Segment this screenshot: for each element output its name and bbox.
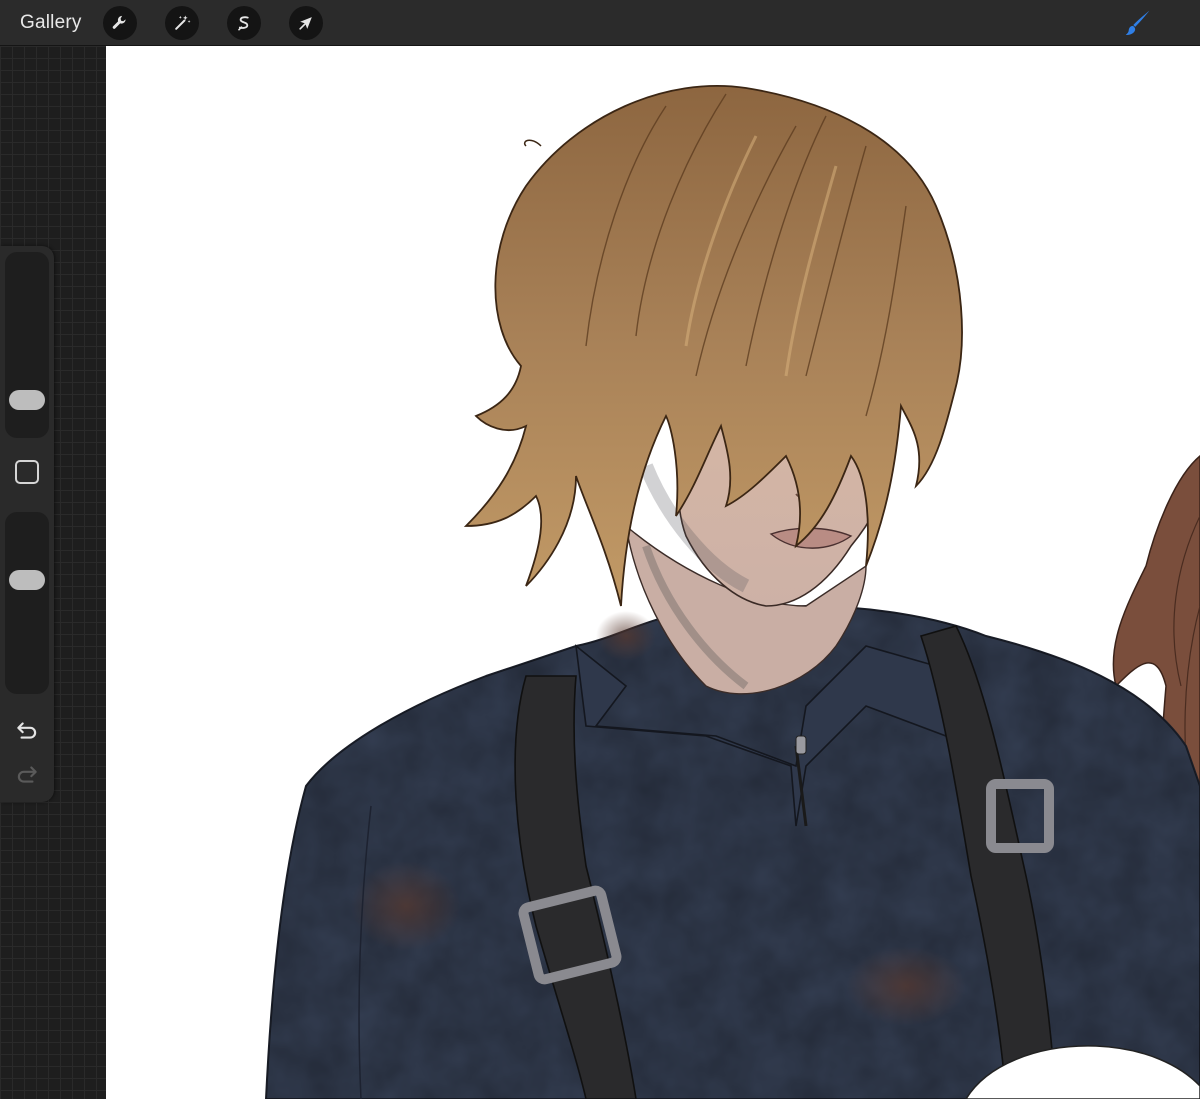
arrow-cursor-icon	[299, 17, 312, 30]
drawing-canvas[interactable]	[106, 46, 1200, 1099]
undo-button[interactable]	[13, 716, 41, 744]
sidebar	[0, 246, 54, 802]
wrench-icon	[112, 15, 126, 29]
brush-button[interactable]	[1120, 6, 1156, 42]
brush-size-thumb[interactable]	[9, 390, 45, 411]
opacity-thumb[interactable]	[9, 569, 45, 590]
magic-wand-icon	[175, 15, 191, 30]
paintbrush-icon	[1125, 10, 1150, 35]
modify-button[interactable]	[15, 460, 39, 484]
adjustments-button[interactable]	[165, 6, 199, 40]
artwork-illustration	[264, 84, 1200, 1099]
opacity-slider[interactable]	[5, 512, 49, 694]
redo-button[interactable]	[13, 760, 41, 788]
actions-button[interactable]	[103, 6, 137, 40]
top-toolbar: Gallery	[0, 0, 1200, 46]
procreate-app: Gallery	[0, 0, 1200, 1099]
left-grid-area	[0, 46, 106, 1099]
transform-button[interactable]	[289, 6, 323, 40]
selection-s-icon	[238, 16, 249, 31]
undo-arrow-icon	[17, 722, 37, 739]
redo-arrow-icon	[17, 766, 37, 783]
brush-size-slider[interactable]	[5, 252, 49, 438]
selection-button[interactable]	[227, 6, 261, 40]
gallery-button[interactable]: Gallery	[8, 6, 94, 40]
